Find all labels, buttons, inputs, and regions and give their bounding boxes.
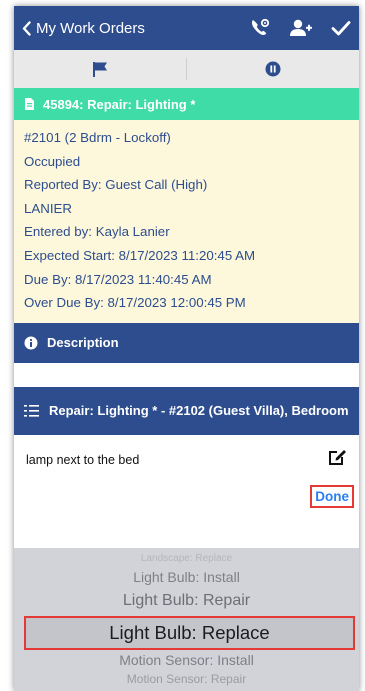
flag-button[interactable] (14, 61, 186, 77)
detail-line: LANIER (24, 200, 73, 216)
detail-line: Over Due By: 8/17/2023 12:00:45 PM (24, 295, 246, 311)
work-order-title: 45894: Repair: Lighting * (43, 96, 196, 112)
pause-button[interactable] (187, 61, 359, 77)
task-note: lamp next to the bed (26, 452, 140, 467)
work-order-header: 45894: Repair: Lighting * (14, 88, 359, 120)
checkmark-icon[interactable] (331, 20, 351, 36)
picker-selected-option[interactable]: Light Bulb: Replace (24, 616, 355, 650)
navigation-bar: My Work Orders (14, 6, 359, 50)
flag-icon (93, 62, 107, 77)
info-icon (24, 336, 38, 350)
picker-option[interactable]: Light Bulb: Repair (14, 592, 359, 610)
work-order-details: #2101 (2 Bdrm - Lockoff) Occupied Report… (14, 120, 359, 323)
detail-line: Due By: 8/17/2023 11:40:45 AM (24, 271, 212, 287)
detail-line: #2101 (2 Bdrm - Lockoff) (24, 130, 171, 145)
checklist-icon (24, 404, 39, 417)
description-label: Description (47, 335, 119, 351)
action-toolbar (14, 50, 359, 88)
done-button[interactable]: Done (310, 484, 354, 508)
pause-icon (265, 61, 281, 77)
detail-line: Occupied (24, 153, 81, 169)
task-header: Repair: Lighting * - #2102 (Guest Villa)… (14, 386, 359, 435)
back-button[interactable]: My Work Orders (22, 20, 145, 37)
task-title: Repair: Lighting * - #2102 (Guest Villa)… (49, 403, 349, 419)
spacer (14, 362, 359, 387)
edit-icon[interactable] (327, 447, 347, 470)
chevron-left-icon (22, 20, 31, 36)
picker-option[interactable]: Light Bulb: Install (14, 569, 359, 585)
back-label: My Work Orders (36, 19, 145, 37)
picker-option[interactable]: Motion Sensor: Install (14, 652, 359, 668)
picker-option[interactable]: Motion Sensor: Repair (14, 672, 359, 686)
phone-settings-icon[interactable] (249, 18, 271, 38)
phone-screen: My Work Orders 45894: Repair: Lighting *… (14, 6, 359, 691)
option-picker[interactable]: Landscape: Replace Light Bulb: Install L… (14, 548, 359, 691)
task-note-row: lamp next to the bed (14, 434, 359, 485)
detail-line: Entered by: Kayla Lanier (24, 224, 170, 240)
detail-line: Expected Start: 8/17/2023 11:20:45 AM (24, 247, 256, 263)
detail-line: Reported By: Guest Call (High) (24, 177, 208, 193)
document-icon (25, 98, 34, 110)
description-section[interactable]: Description (14, 322, 359, 363)
add-user-icon[interactable] (289, 19, 313, 37)
done-row: Done (14, 484, 359, 511)
picker-option[interactable]: Landscape: Replace (14, 553, 359, 564)
